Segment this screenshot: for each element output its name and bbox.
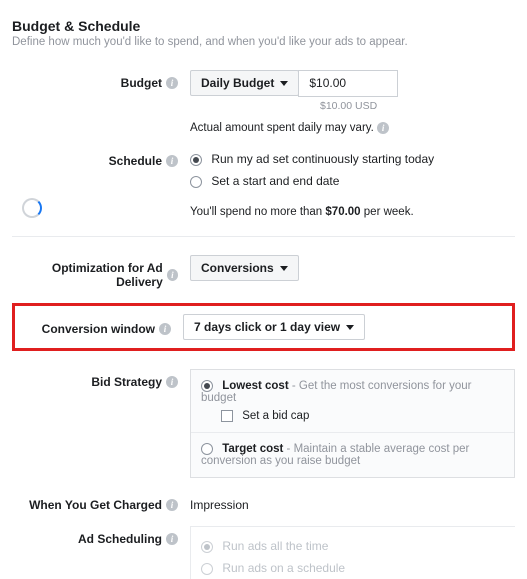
chevron-down-icon	[346, 325, 354, 330]
radio-icon	[201, 563, 213, 575]
info-icon[interactable]: i	[166, 499, 178, 511]
info-icon[interactable]: i	[166, 155, 178, 167]
schedule-row: Schedule i Run my ad set continuously st…	[12, 148, 515, 218]
budget-spend-note: Actual amount spent daily may vary.	[190, 122, 374, 134]
budget-amount-hint: $10.00 USD	[320, 100, 515, 112]
budget-type-dropdown[interactable]: Daily Budget	[190, 70, 299, 96]
schedule-option-continuous[interactable]: Run my ad set continuously starting toda…	[190, 148, 515, 170]
optimization-row: Optimization for Ad Delivery i Conversio…	[12, 255, 515, 289]
checkbox-icon	[221, 410, 233, 422]
bid-option-lowest[interactable]: Lowest cost - Get the most conversions f…	[191, 370, 514, 432]
info-icon[interactable]: i	[377, 122, 389, 134]
conversion-window-dropdown[interactable]: 7 days click or 1 day view	[183, 314, 365, 340]
info-icon[interactable]: i	[166, 77, 178, 89]
bid-cap-checkbox[interactable]: Set a bid cap	[221, 410, 504, 422]
schedule-label: Schedule	[109, 154, 162, 168]
schedule-option-startend[interactable]: Set a start and end date	[190, 170, 515, 192]
ad-scheduling-row: Ad Scheduling i Run ads all the time Run…	[12, 526, 515, 579]
info-icon[interactable]: i	[166, 533, 178, 545]
ad-scheduling-option-schedule: Run ads on a schedule	[201, 557, 515, 579]
section-subtitle: Define how much you'd like to spend, and…	[12, 36, 515, 48]
budget-label: Budget	[121, 76, 162, 90]
radio-icon	[190, 154, 202, 166]
divider	[12, 236, 515, 237]
bid-strategy-row: Bid Strategy i Lowest cost - Get the mos…	[12, 369, 515, 478]
radio-icon	[190, 176, 202, 188]
info-icon[interactable]: i	[166, 376, 178, 388]
conversion-window-highlight: Conversion window i 7 days click or 1 da…	[12, 303, 515, 351]
bid-strategy-box: Lowest cost - Get the most conversions f…	[190, 369, 515, 478]
chevron-down-icon	[280, 266, 288, 271]
info-icon[interactable]: i	[159, 323, 171, 335]
loading-spinner	[22, 198, 42, 218]
budget-type-value: Daily Budget	[201, 76, 274, 90]
budget-row: Budget i Daily Budget $10.00 $10.00 USD …	[12, 70, 515, 134]
ad-scheduling-label: Ad Scheduling	[78, 532, 162, 546]
ad-scheduling-option-all: Run ads all the time	[201, 535, 515, 557]
radio-icon	[201, 541, 213, 553]
schedule-spend-limit: You'll spend no more than $70.00 per wee…	[190, 206, 515, 218]
section-title: Budget & Schedule	[12, 18, 515, 34]
budget-amount-input[interactable]: $10.00	[298, 70, 398, 97]
radio-icon	[201, 380, 213, 392]
info-icon[interactable]: i	[167, 269, 178, 281]
optimization-label: Optimization for Ad Delivery	[12, 261, 163, 289]
bid-strategy-label: Bid Strategy	[91, 375, 162, 389]
charged-row: When You Get Charged i Impression	[12, 492, 515, 512]
charged-value: Impression	[190, 498, 249, 512]
bid-option-target[interactable]: Target cost - Maintain a stable average …	[191, 432, 514, 477]
chevron-down-icon	[280, 81, 288, 86]
charged-label: When You Get Charged	[29, 498, 162, 512]
optimization-dropdown[interactable]: Conversions	[190, 255, 299, 281]
radio-icon	[201, 443, 213, 455]
conversion-window-label: Conversion window	[42, 322, 155, 336]
